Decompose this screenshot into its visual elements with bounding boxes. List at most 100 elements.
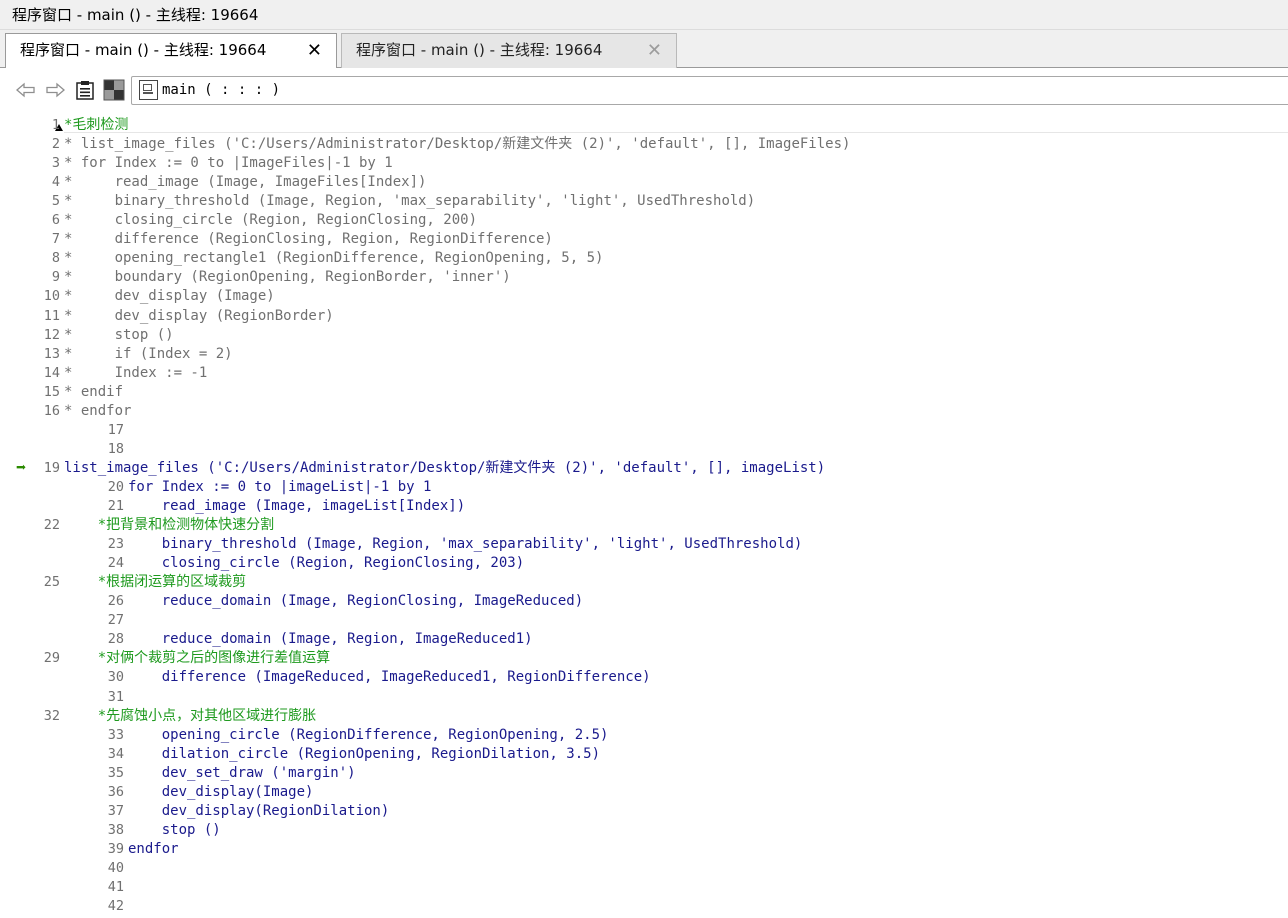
line-text: * for Index := 0 to |ImageFiles|-1 by 1 — [64, 155, 393, 172]
line-text: list_image_files ('C:/Users/Administrato… — [64, 459, 826, 476]
line-text: * stop () — [64, 326, 174, 343]
line-number: 11 — [43, 307, 60, 324]
code-line[interactable]: 4 * read_image (Image, ImageFiles[Index]) — [0, 173, 1288, 192]
line-number: 37 — [107, 802, 124, 819]
line-number: 7 — [51, 231, 60, 248]
code-line[interactable]: 38 stop () — [64, 821, 1288, 840]
code-line[interactable]: 1 *毛刺检测 — [0, 116, 1288, 135]
line-number: 33 — [107, 726, 124, 743]
line-text: * opening_rectangle1 (RegionDifference, … — [64, 250, 604, 267]
line-number: 8 — [51, 250, 60, 267]
code-line[interactable]: 11 * dev_display (RegionBorder) — [0, 307, 1288, 326]
line-text: * binary_threshold (Image, Region, 'max_… — [64, 193, 756, 210]
code-line[interactable]: 25 *根据闭运算的区域裁剪 — [0, 573, 1288, 592]
line-text: * closing_circle (Region, RegionClosing,… — [64, 212, 478, 229]
line-number: 28 — [107, 631, 124, 648]
procedure-selector[interactable]: main ( : : : ) — [131, 76, 1288, 105]
line-text: difference (ImageReduced, ImageReduced1,… — [128, 669, 651, 686]
code-line[interactable]: 23 binary_threshold (Image, Region, 'max… — [64, 535, 1288, 554]
code-line[interactable]: 39 endfor — [64, 840, 1288, 859]
tab-label: 程序窗口 - main () - 主线程: 19664 — [356, 41, 603, 59]
line-number: 10 — [43, 288, 60, 305]
line-text: dev_set_draw ('margin') — [128, 764, 356, 781]
code-line[interactable]: 37 dev_display(RegionDilation) — [64, 802, 1288, 821]
code-line[interactable]: 17 — [64, 421, 1288, 440]
line-text: * endfor — [64, 402, 132, 419]
code-line[interactable]: 42 — [64, 897, 1288, 916]
code-line[interactable]: 9 * boundary (RegionOpening, RegionBorder… — [0, 268, 1288, 287]
line-text: endfor — [128, 840, 179, 857]
code-line[interactable]: 35 dev_set_draw ('margin') — [64, 764, 1288, 783]
code-line[interactable]: 27 — [64, 611, 1288, 630]
code-line[interactable]: 26 reduce_domain (Image, RegionClosing, … — [64, 592, 1288, 611]
line-text: dev_display(Image) — [128, 783, 314, 800]
code-line[interactable]: 40 — [64, 859, 1288, 878]
line-text: dilation_circle (RegionOpening, RegionDi… — [128, 745, 601, 762]
line-text: * dev_display (RegionBorder) — [64, 307, 334, 324]
line-text: * if (Index = 2) — [64, 345, 233, 362]
line-text: dev_display(RegionDilation) — [128, 802, 390, 819]
line-number: 23 — [107, 536, 124, 553]
close-icon[interactable]: ✕ — [307, 34, 322, 67]
code-line[interactable]: 36 dev_display(Image) — [64, 783, 1288, 802]
code-line[interactable]: 5 * binary_threshold (Image, Region, 'max… — [0, 192, 1288, 211]
line-number: 12 — [43, 326, 60, 343]
code-line[interactable]: ➡ 19 list_image_files ('C:/Users/Administr… — [0, 458, 1288, 478]
line-number: 13 — [43, 345, 60, 362]
code-line[interactable]: 3 * for Index := 0 to |ImageFiles|-1 by 1 — [0, 154, 1288, 173]
code-line[interactable]: 33 opening_circle (RegionDifference, Reg… — [64, 726, 1288, 745]
line-number: 18 — [107, 440, 124, 457]
line-text: stop () — [128, 821, 221, 838]
line-number: 17 — [107, 421, 124, 438]
line-number: 6 — [51, 212, 60, 229]
procedure-label: main ( : : : ) — [162, 82, 281, 98]
code-line[interactable]: 29 *对俩个裁剪之后的图像进行差值运算 — [0, 649, 1288, 668]
line-text: * read_image (Image, ImageFiles[Index]) — [64, 174, 427, 191]
line-text: *先腐蚀小点，对其他区域进行膨胀 — [64, 707, 317, 724]
code-line[interactable]: 12 * stop () — [0, 326, 1288, 345]
arrow-left-outline-icon[interactable] — [15, 79, 37, 101]
code-line[interactable]: 22 *把背景和检测物体快速分割 — [0, 516, 1288, 535]
line-number: 19 — [43, 459, 60, 476]
line-number: 3 — [51, 155, 60, 172]
line-number: 9 — [51, 269, 60, 286]
code-line[interactable]: 8 * opening_rectangle1 (RegionDifference,… — [0, 249, 1288, 268]
code-line[interactable]: 14 * Index := -1 — [0, 364, 1288, 383]
code-line[interactable]: 30 difference (ImageReduced, ImageReduce… — [64, 668, 1288, 687]
code-line[interactable]: 2 * list_image_files ('C:/Users/Administr… — [0, 135, 1288, 154]
arrow-right-outline-icon[interactable] — [44, 79, 66, 101]
code-line[interactable]: 21 read_image (Image, imageList[Index]) — [64, 497, 1288, 516]
code-line[interactable]: 13 * if (Index = 2) — [0, 345, 1288, 364]
line-number: 5 — [51, 193, 60, 210]
code-line[interactable]: 31 — [64, 688, 1288, 707]
close-icon[interactable]: ✕ — [647, 34, 662, 67]
code-line[interactable]: 15 * endif — [0, 383, 1288, 402]
code-line[interactable]: 41 — [64, 878, 1288, 897]
line-number: 31 — [107, 688, 124, 705]
code-line[interactable]: 24 closing_circle (Region, RegionClosing… — [64, 554, 1288, 573]
code-line[interactable]: 28 reduce_domain (Image, Region, ImageRe… — [64, 630, 1288, 649]
code-line[interactable]: 6 * closing_circle (Region, RegionClosing… — [0, 211, 1288, 230]
line-number: 14 — [43, 364, 60, 381]
tab-program-window-inactive[interactable]: 程序窗口 - main () - 主线程: 19664 ✕ — [341, 33, 677, 68]
code-line[interactable]: 34 dilation_circle (RegionOpening, Regio… — [64, 745, 1288, 764]
line-number: 40 — [107, 859, 124, 876]
line-number: 32 — [43, 707, 60, 724]
code-line[interactable]: 16 * endfor — [0, 402, 1288, 421]
code-editor[interactable]: 1 *毛刺检测 2 * list_image_files ('C:/Users/Adm… — [0, 112, 1288, 918]
line-text: closing_circle (Region, RegionClosing, 2… — [128, 555, 525, 572]
tab-label: 程序窗口 - main () - 主线程: 19664 — [20, 41, 267, 59]
line-text: *毛刺检测 — [64, 117, 129, 133]
grid-icon[interactable] — [103, 79, 125, 101]
clipboard-icon[interactable] — [74, 79, 96, 101]
line-number: 34 — [107, 745, 124, 762]
line-text: * dev_display (Image) — [64, 288, 275, 305]
code-line[interactable]: 7 * difference (RegionClosing, Region, Re… — [0, 230, 1288, 249]
code-line[interactable]: 20 for Index := 0 to |imageList|-1 by 1 — [64, 478, 1288, 497]
code-line[interactable]: 10 * dev_display (Image) — [0, 287, 1288, 306]
code-line[interactable]: 32 *先腐蚀小点，对其他区域进行膨胀 — [0, 707, 1288, 726]
line-text: for Index := 0 to |imageList|-1 by 1 — [128, 478, 432, 495]
line-number: 25 — [43, 574, 60, 591]
code-line[interactable]: 18 — [64, 440, 1288, 459]
tab-program-window-active[interactable]: 程序窗口 - main () - 主线程: 19664 ✕ — [5, 33, 337, 69]
